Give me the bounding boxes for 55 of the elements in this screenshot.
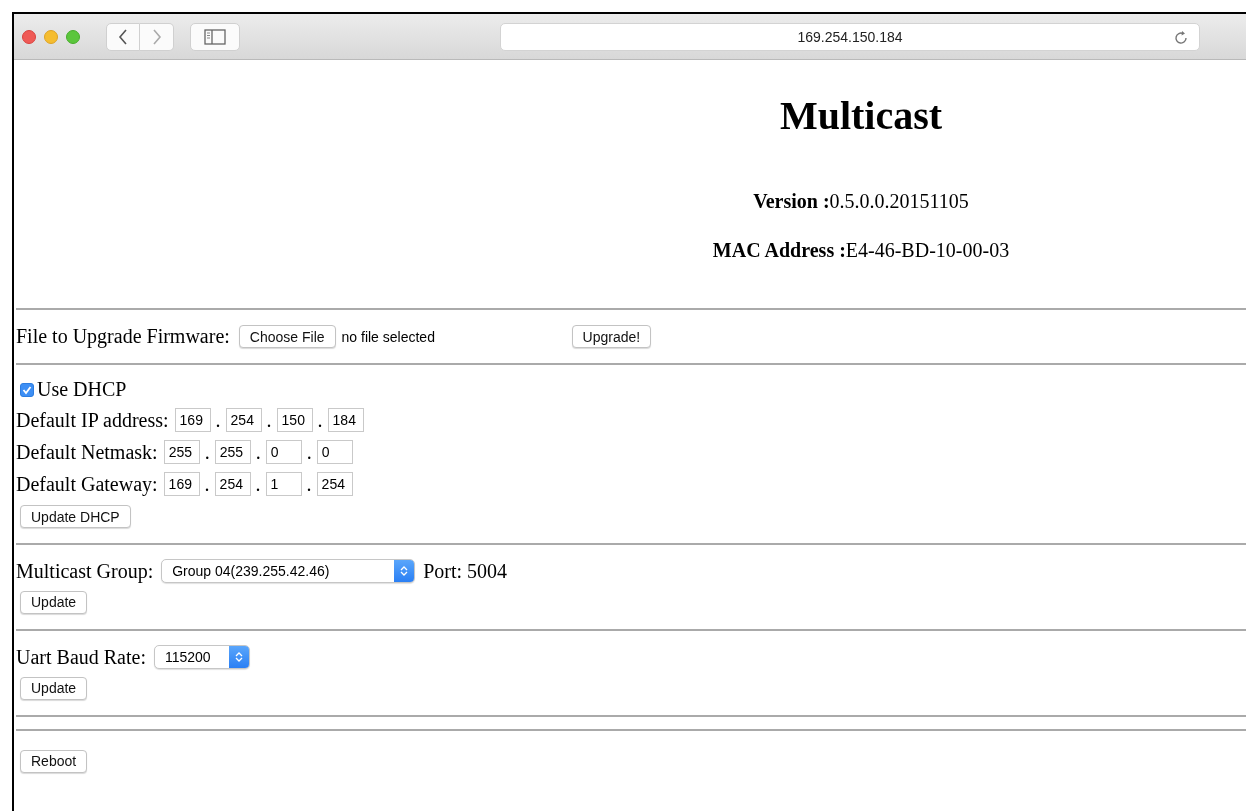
- upgrade-button[interactable]: Upgrade!: [571, 325, 652, 348]
- version-text: Version :0.5.0.0.20151105: [752, 190, 970, 213]
- sidebar-icon: [204, 28, 226, 45]
- minimize-button[interactable]: [44, 29, 58, 44]
- file-status-text: no file selected: [341, 328, 436, 345]
- sidebar-button[interactable]: [190, 22, 240, 51]
- baud-rate-dropdown[interactable]: 115200: [153, 645, 250, 669]
- dot-separator: .: [266, 408, 272, 432]
- zoom-button[interactable]: [66, 29, 80, 44]
- dhcp-label: Use DHCP: [37, 378, 127, 401]
- octet-field[interactable]: 254: [316, 472, 353, 496]
- dot-separator: .: [306, 472, 312, 496]
- back-button[interactable]: [106, 22, 140, 51]
- port-text: Port: 5004: [423, 559, 508, 583]
- octet-field[interactable]: 255: [214, 440, 251, 464]
- reload-icon[interactable]: [1173, 29, 1189, 46]
- multicast-group-label: Multicast Group:: [16, 559, 154, 583]
- octet-field[interactable]: 254: [225, 408, 262, 432]
- octet-field[interactable]: 1: [265, 472, 302, 496]
- firmware-label: File to Upgrade Firmware:: [16, 325, 230, 348]
- dot-separator: .: [204, 440, 210, 464]
- dot-separator: .: [317, 408, 323, 432]
- field-label: Default Netmask:: [16, 440, 158, 464]
- field-label: Default IP address:: [16, 408, 169, 432]
- multicast-group-dropdown[interactable]: Group 04(239.255.42.46): [161, 559, 416, 583]
- mac-address-text: MAC Address :E4-46-BD-10-00-03: [711, 239, 1011, 262]
- dot-separator: .: [204, 472, 210, 496]
- reboot-button[interactable]: Reboot: [20, 749, 88, 773]
- octet-field[interactable]: 255: [163, 440, 200, 464]
- octet-field[interactable]: 169: [174, 408, 211, 432]
- field-label: Default Gateway:: [16, 472, 158, 496]
- dot-separator: .: [306, 440, 312, 464]
- dhcp-checkbox[interactable]: [20, 382, 34, 397]
- octet-field[interactable]: 0: [265, 440, 302, 464]
- octet-field[interactable]: 184: [327, 408, 364, 432]
- chevron-left-icon: [118, 28, 128, 45]
- up-down-arrows-icon: [400, 565, 409, 577]
- chevron-right-icon: [151, 28, 162, 45]
- close-button[interactable]: [22, 29, 36, 44]
- octet-field[interactable]: 254: [214, 472, 251, 496]
- dot-separator: .: [255, 472, 261, 496]
- baud-rate-label: Uart Baud Rate:: [16, 645, 146, 669]
- octet-field[interactable]: 169: [163, 472, 200, 496]
- update-button[interactable]: Update: [20, 590, 88, 614]
- up-down-arrows-icon: [234, 651, 243, 663]
- dot-separator: .: [215, 408, 221, 432]
- address-bar[interactable]: 169.254.150.184: [500, 22, 1200, 51]
- choose-file-button[interactable]: Choose File: [238, 325, 336, 348]
- octet-field[interactable]: 150: [276, 408, 313, 432]
- octet-field[interactable]: 0: [316, 440, 353, 464]
- update-button[interactable]: Update: [20, 676, 88, 700]
- page-title: Multicast: [778, 92, 944, 138]
- dot-separator: .: [255, 440, 261, 464]
- update-dhcp-button[interactable]: Update DHCP: [20, 505, 131, 528]
- forward-button[interactable]: [140, 22, 174, 51]
